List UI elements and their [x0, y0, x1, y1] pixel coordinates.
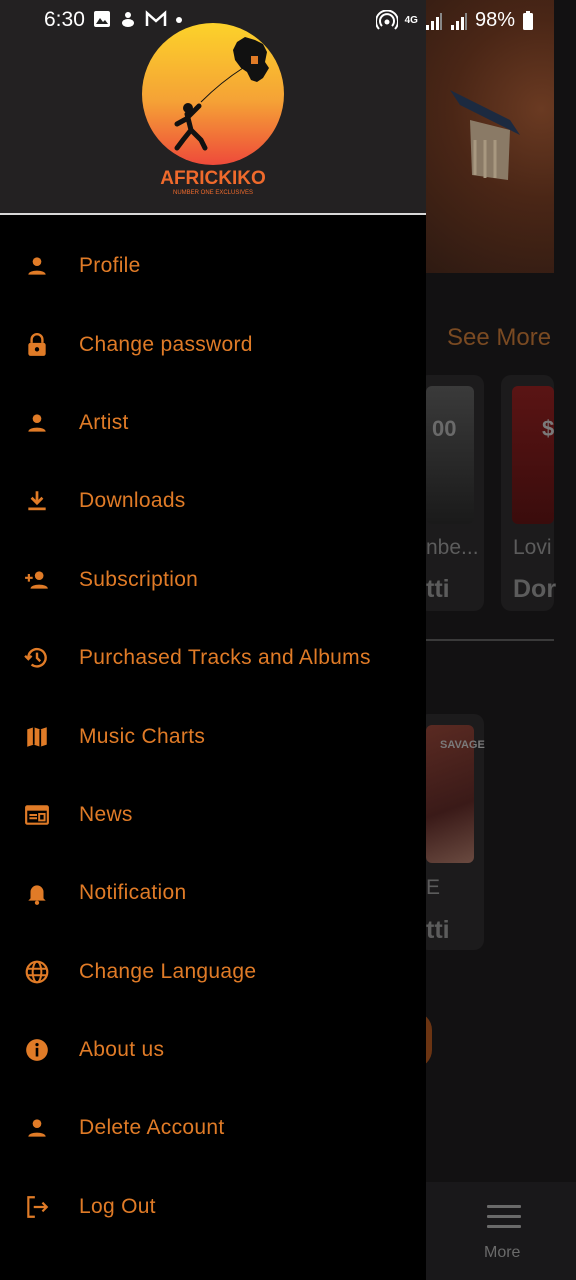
status-bar: 6:30 4G 98% [0, 0, 576, 40]
track-artwork: 00 [426, 386, 474, 524]
mail-icon [145, 10, 167, 26]
track-artist: tti [426, 916, 450, 944]
menu-icon[interactable] [487, 1205, 521, 1231]
menu-item-subscription[interactable]: Subscription [0, 541, 426, 619]
graduation-tassel-image [450, 90, 520, 180]
network-type: 4G [404, 14, 418, 26]
drawer-menu: Profile Change password Artist Downloads… [0, 227, 426, 1246]
menu-item-downloads[interactable]: Downloads [0, 462, 426, 540]
track-artwork: SAVAGE [426, 725, 485, 863]
track-artist: Dor [513, 575, 557, 603]
menu-item-label: Downloads [79, 489, 186, 513]
track-artwork-text: SAVAGE [440, 739, 485, 751]
menu-item-label: Profile [79, 254, 141, 278]
more-tab-label[interactable]: More [484, 1244, 520, 1262]
download-icon [28, 491, 46, 511]
dot-icon [176, 17, 182, 23]
logout-icon [27, 1196, 49, 1218]
menu-item-label: Purchased Tracks and Albums [79, 646, 371, 670]
battery-percent: 98% [474, 9, 515, 31]
menu-item-profile[interactable]: Profile [0, 227, 426, 305]
gallery-icon [94, 11, 110, 27]
map-icon [27, 726, 47, 747]
track-title: E [426, 876, 441, 899]
globe-icon [25, 960, 49, 984]
info-icon [26, 1039, 48, 1061]
track-artwork-text: $ [542, 416, 555, 441]
menu-item-notification[interactable]: Notification [0, 854, 426, 932]
menu-item-label: Change Language [79, 959, 257, 983]
menu-item-label: Subscription [79, 567, 199, 591]
notification-icons [93, 10, 183, 28]
logo-tagline-text: NUMBER ONE EXCLUSIVES [173, 190, 253, 196]
track-title: nbe... [426, 536, 479, 559]
track-artwork: $ [512, 386, 554, 524]
person-icon [28, 1119, 46, 1138]
menu-item-change-password[interactable]: Change password [0, 305, 426, 383]
menu-item-artist[interactable]: Artist [0, 384, 426, 462]
signal-icon [425, 12, 442, 30]
menu-item-label: Change password [79, 332, 253, 356]
status-time: 6:30 [44, 8, 85, 31]
track-title: Lovi [513, 536, 552, 559]
battery-icon [523, 10, 533, 30]
menu-item-news[interactable]: News [0, 776, 426, 854]
menu-item-label: Log Out [79, 1194, 156, 1218]
menu-item-log-out[interactable]: Log Out [0, 1168, 426, 1246]
menu-item-change-language[interactable]: Change Language [0, 933, 426, 1011]
menu-item-label: About us [79, 1038, 165, 1062]
history-icon [24, 648, 47, 668]
africkiko-logo: AFRICKIKO NUMBER ONE EXCLUSIVES [142, 23, 284, 196]
lock-icon [28, 332, 46, 356]
menu-item-label: Music Charts [79, 724, 206, 748]
menu-item-label: Artist [79, 410, 129, 434]
hands-icon [122, 12, 134, 27]
bottom-navigation [426, 1182, 576, 1280]
section-divider [426, 639, 554, 641]
menu-item-label: Delete Account [79, 1116, 225, 1140]
menu-item-delete-account[interactable]: Delete Account [0, 1089, 426, 1167]
menu-item-label: News [79, 802, 133, 826]
newspaper-icon [25, 805, 49, 825]
menu-item-music-charts[interactable]: Music Charts [0, 697, 426, 775]
track-artwork-text: 00 [432, 416, 457, 441]
menu-item-label: Notification [79, 881, 187, 905]
track-artist: tti [426, 575, 450, 603]
track-card[interactable]: SAVAGE [418, 714, 485, 950]
menu-item-purchased-tracks[interactable]: Purchased Tracks and Albums [0, 619, 426, 697]
person-icon [28, 257, 46, 275]
system-icons: 4G 98% [375, 9, 534, 32]
bell-icon [28, 885, 46, 906]
hotspot-icon [375, 9, 398, 30]
logo-brand-text: AFRICKIKO [160, 168, 266, 189]
navigation-drawer: AFRICKIKO NUMBER ONE EXCLUSIVES Profile … [0, 0, 426, 1280]
signal-icon [450, 12, 467, 30]
menu-item-about-us[interactable]: About us [0, 1011, 426, 1089]
see-more-link[interactable]: See More [447, 324, 551, 352]
person-icon [28, 414, 46, 432]
person-add-icon [25, 571, 48, 589]
